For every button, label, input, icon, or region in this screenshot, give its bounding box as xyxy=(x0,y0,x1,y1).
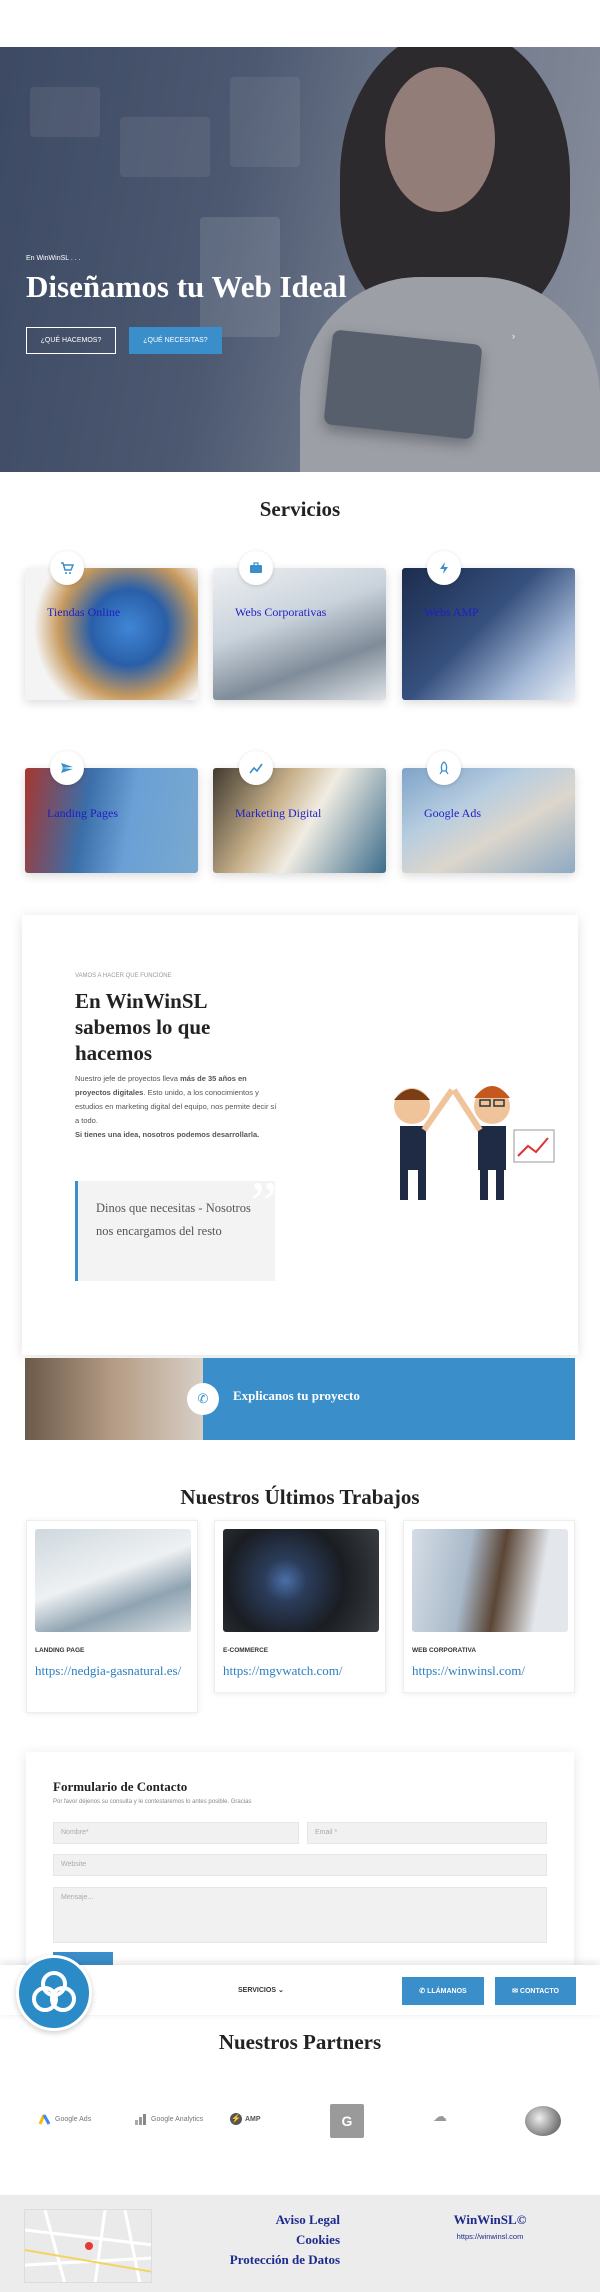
work-card[interactable]: WEB CORPORATIVA https://winwinsl.com/ xyxy=(403,1520,575,1693)
work-category: LANDING PAGE xyxy=(35,1647,85,1654)
logo-knot-icon xyxy=(32,1971,76,2012)
service-label[interactable]: Marketing Digital xyxy=(235,806,321,821)
service-card-marketing-digital[interactable]: Marketing Digital xyxy=(213,768,386,873)
explicanos-proyecto-banner[interactable]: ✆ Explicanos tu proyecto xyxy=(25,1358,575,1440)
highfive-illustration xyxy=(394,1086,555,1200)
winwinsl-logo[interactable] xyxy=(16,1955,92,2031)
name-field[interactable]: Nombre* xyxy=(53,1822,299,1844)
service-card-webs-corporativas[interactable]: Webs Corporativas xyxy=(213,568,386,700)
partner-google-cloud: ☁ xyxy=(433,2108,447,2125)
partner-google-ads: Google Ads xyxy=(38,2113,91,2125)
cloud-icon: ☁ xyxy=(433,2108,447,2124)
about-text: Nuestro jefe de proyectos lleva más de 3… xyxy=(75,1072,280,1142)
services-menu[interactable]: SERVICIOS ⌄ xyxy=(238,1986,284,1994)
cookies-link[interactable]: Cookies xyxy=(200,2232,340,2248)
service-card-tiendas[interactable]: Tiendas Online xyxy=(25,568,198,700)
contact-button[interactable]: ✉ CONTACTO xyxy=(495,1977,576,2005)
mail-icon: ✉ xyxy=(512,1988,520,1995)
works-title: Nuestros Últimos Trabajos xyxy=(180,1485,420,1509)
form-subtitle: Por favor déjenos su consulta y le conte… xyxy=(53,1799,252,1805)
partner-amp: ⚡ AMP xyxy=(230,2113,261,2125)
que-hacemos-button[interactable]: ¿QUÉ HACEMOS? xyxy=(26,327,116,354)
hero-overlay xyxy=(0,47,600,472)
proteccion-datos-link[interactable]: Protección de Datos xyxy=(200,2252,340,2268)
hero-kicker: En WinWinSL . . . xyxy=(26,255,81,262)
aviso-legal-link[interactable]: Aviso Legal xyxy=(200,2212,340,2228)
footer: Aviso Legal Cookies Protección de Datos … xyxy=(0,2195,600,2292)
hero-section: En WinWinSL . . . Diseñamos tu Web Ideal… xyxy=(0,47,600,472)
partner-label: AMP xyxy=(245,2115,261,2123)
service-label[interactable]: Google Ads xyxy=(424,806,481,821)
plane-icon xyxy=(50,751,84,785)
call-label[interactable]: LLÁMANOS xyxy=(427,1988,467,1995)
work-image[interactable] xyxy=(223,1529,379,1632)
service-card-landing-pages[interactable]: Landing Pages xyxy=(25,768,198,873)
service-card-webs-amp[interactable]: Webs AMP xyxy=(402,568,575,700)
partner-wordpress xyxy=(525,2106,561,2136)
work-link[interactable]: https://winwinsl.com/ xyxy=(412,1661,572,1681)
briefcase-icon xyxy=(239,551,273,585)
sphere-icon xyxy=(525,2106,561,2136)
rocket-icon xyxy=(427,751,461,785)
que-necesitas-button[interactable]: ¿QUÉ NECESITAS? xyxy=(129,327,222,354)
phone-icon: ✆ xyxy=(419,1988,428,1995)
service-label[interactable]: Landing Pages xyxy=(47,806,118,821)
work-category: E-COMMERCE xyxy=(223,1647,269,1654)
partner-google-translate: G xyxy=(330,2104,364,2138)
about-text-idea: Si tienes una idea, nosotros podemos des… xyxy=(75,1130,260,1139)
footer-brand: WinWinSL© xyxy=(453,2212,527,2227)
analytics-icon xyxy=(135,2114,146,2125)
services-title: Servicios xyxy=(259,497,341,521)
phone-icon: ✆ xyxy=(187,1383,219,1415)
work-image[interactable] xyxy=(35,1529,191,1632)
map-graphic xyxy=(25,2210,151,2282)
slider-next-icon[interactable]: › xyxy=(512,331,515,341)
work-link[interactable]: https://mgvwatch.com/ xyxy=(223,1661,383,1681)
call-button[interactable]: ✆ LLÁMANOS xyxy=(402,1977,484,2005)
contact-label[interactable]: CONTACTO xyxy=(520,1988,559,1995)
partners-title: Nuestros Partners xyxy=(218,2030,382,2054)
contact-form: Formulario de Contacto Por favor déjenos… xyxy=(26,1752,574,1972)
message-field[interactable]: Mensaje... xyxy=(53,1887,547,1943)
amp-icon: ⚡ xyxy=(230,2113,242,2125)
partner-google-analytics: Google Analytics xyxy=(134,2113,203,2125)
about-section: VAMOS A HACER QUE FUNCIONE En WinWinSL s… xyxy=(22,915,578,1355)
chart-line-icon xyxy=(239,751,273,785)
website-field[interactable]: Website xyxy=(53,1854,547,1876)
about-title: En WinWinSL sabemos lo que hacemos xyxy=(75,989,211,1065)
hero-title: Diseñamos tu Web Ideal xyxy=(26,269,347,304)
cart-icon xyxy=(50,551,84,585)
work-card[interactable]: E-COMMERCE https://mgvwatch.com/ xyxy=(214,1520,386,1693)
partner-label: Google Ads xyxy=(55,2115,92,2123)
email-field[interactable]: Email * xyxy=(307,1822,547,1844)
service-label[interactable]: Tiendas Online xyxy=(47,605,120,620)
service-label[interactable]: Webs Corporativas xyxy=(235,605,326,620)
google-ads-icon xyxy=(38,2114,51,2125)
about-kicker: VAMOS A HACER QUE FUNCIONE xyxy=(75,973,172,979)
about-text-part: Nuestro jefe de proyectos lleva xyxy=(75,1074,181,1083)
partner-label: Google Analytics xyxy=(151,2115,204,2123)
work-card[interactable]: LANDING PAGE https://nedgia-gasnatural.e… xyxy=(26,1520,198,1713)
location-map[interactable] xyxy=(24,2209,152,2283)
work-link[interactable]: https://nedgia-gasnatural.es/ xyxy=(35,1661,195,1681)
service-label[interactable]: Webs AMP xyxy=(424,605,479,620)
service-card-google-ads[interactable]: Google Ads xyxy=(402,768,575,873)
lightning-icon xyxy=(427,551,461,585)
about-quote: ” Dinos que necesitas - Nosotros nos enc… xyxy=(75,1173,277,1281)
google-translate-icon: G xyxy=(330,2104,364,2138)
quote-text: Dinos que necesitas - Nosotros nos encar… xyxy=(96,1201,251,1238)
form-title: Formulario de Contacto xyxy=(53,1779,188,1794)
cta-handshake-image xyxy=(25,1358,203,1440)
cta-text[interactable]: Explicanos tu proyecto xyxy=(233,1388,360,1404)
work-category: WEB CORPORATIVA xyxy=(412,1647,477,1654)
work-image[interactable] xyxy=(412,1529,568,1632)
footer-url[interactable]: https://winwinsl.com xyxy=(430,2232,550,2241)
